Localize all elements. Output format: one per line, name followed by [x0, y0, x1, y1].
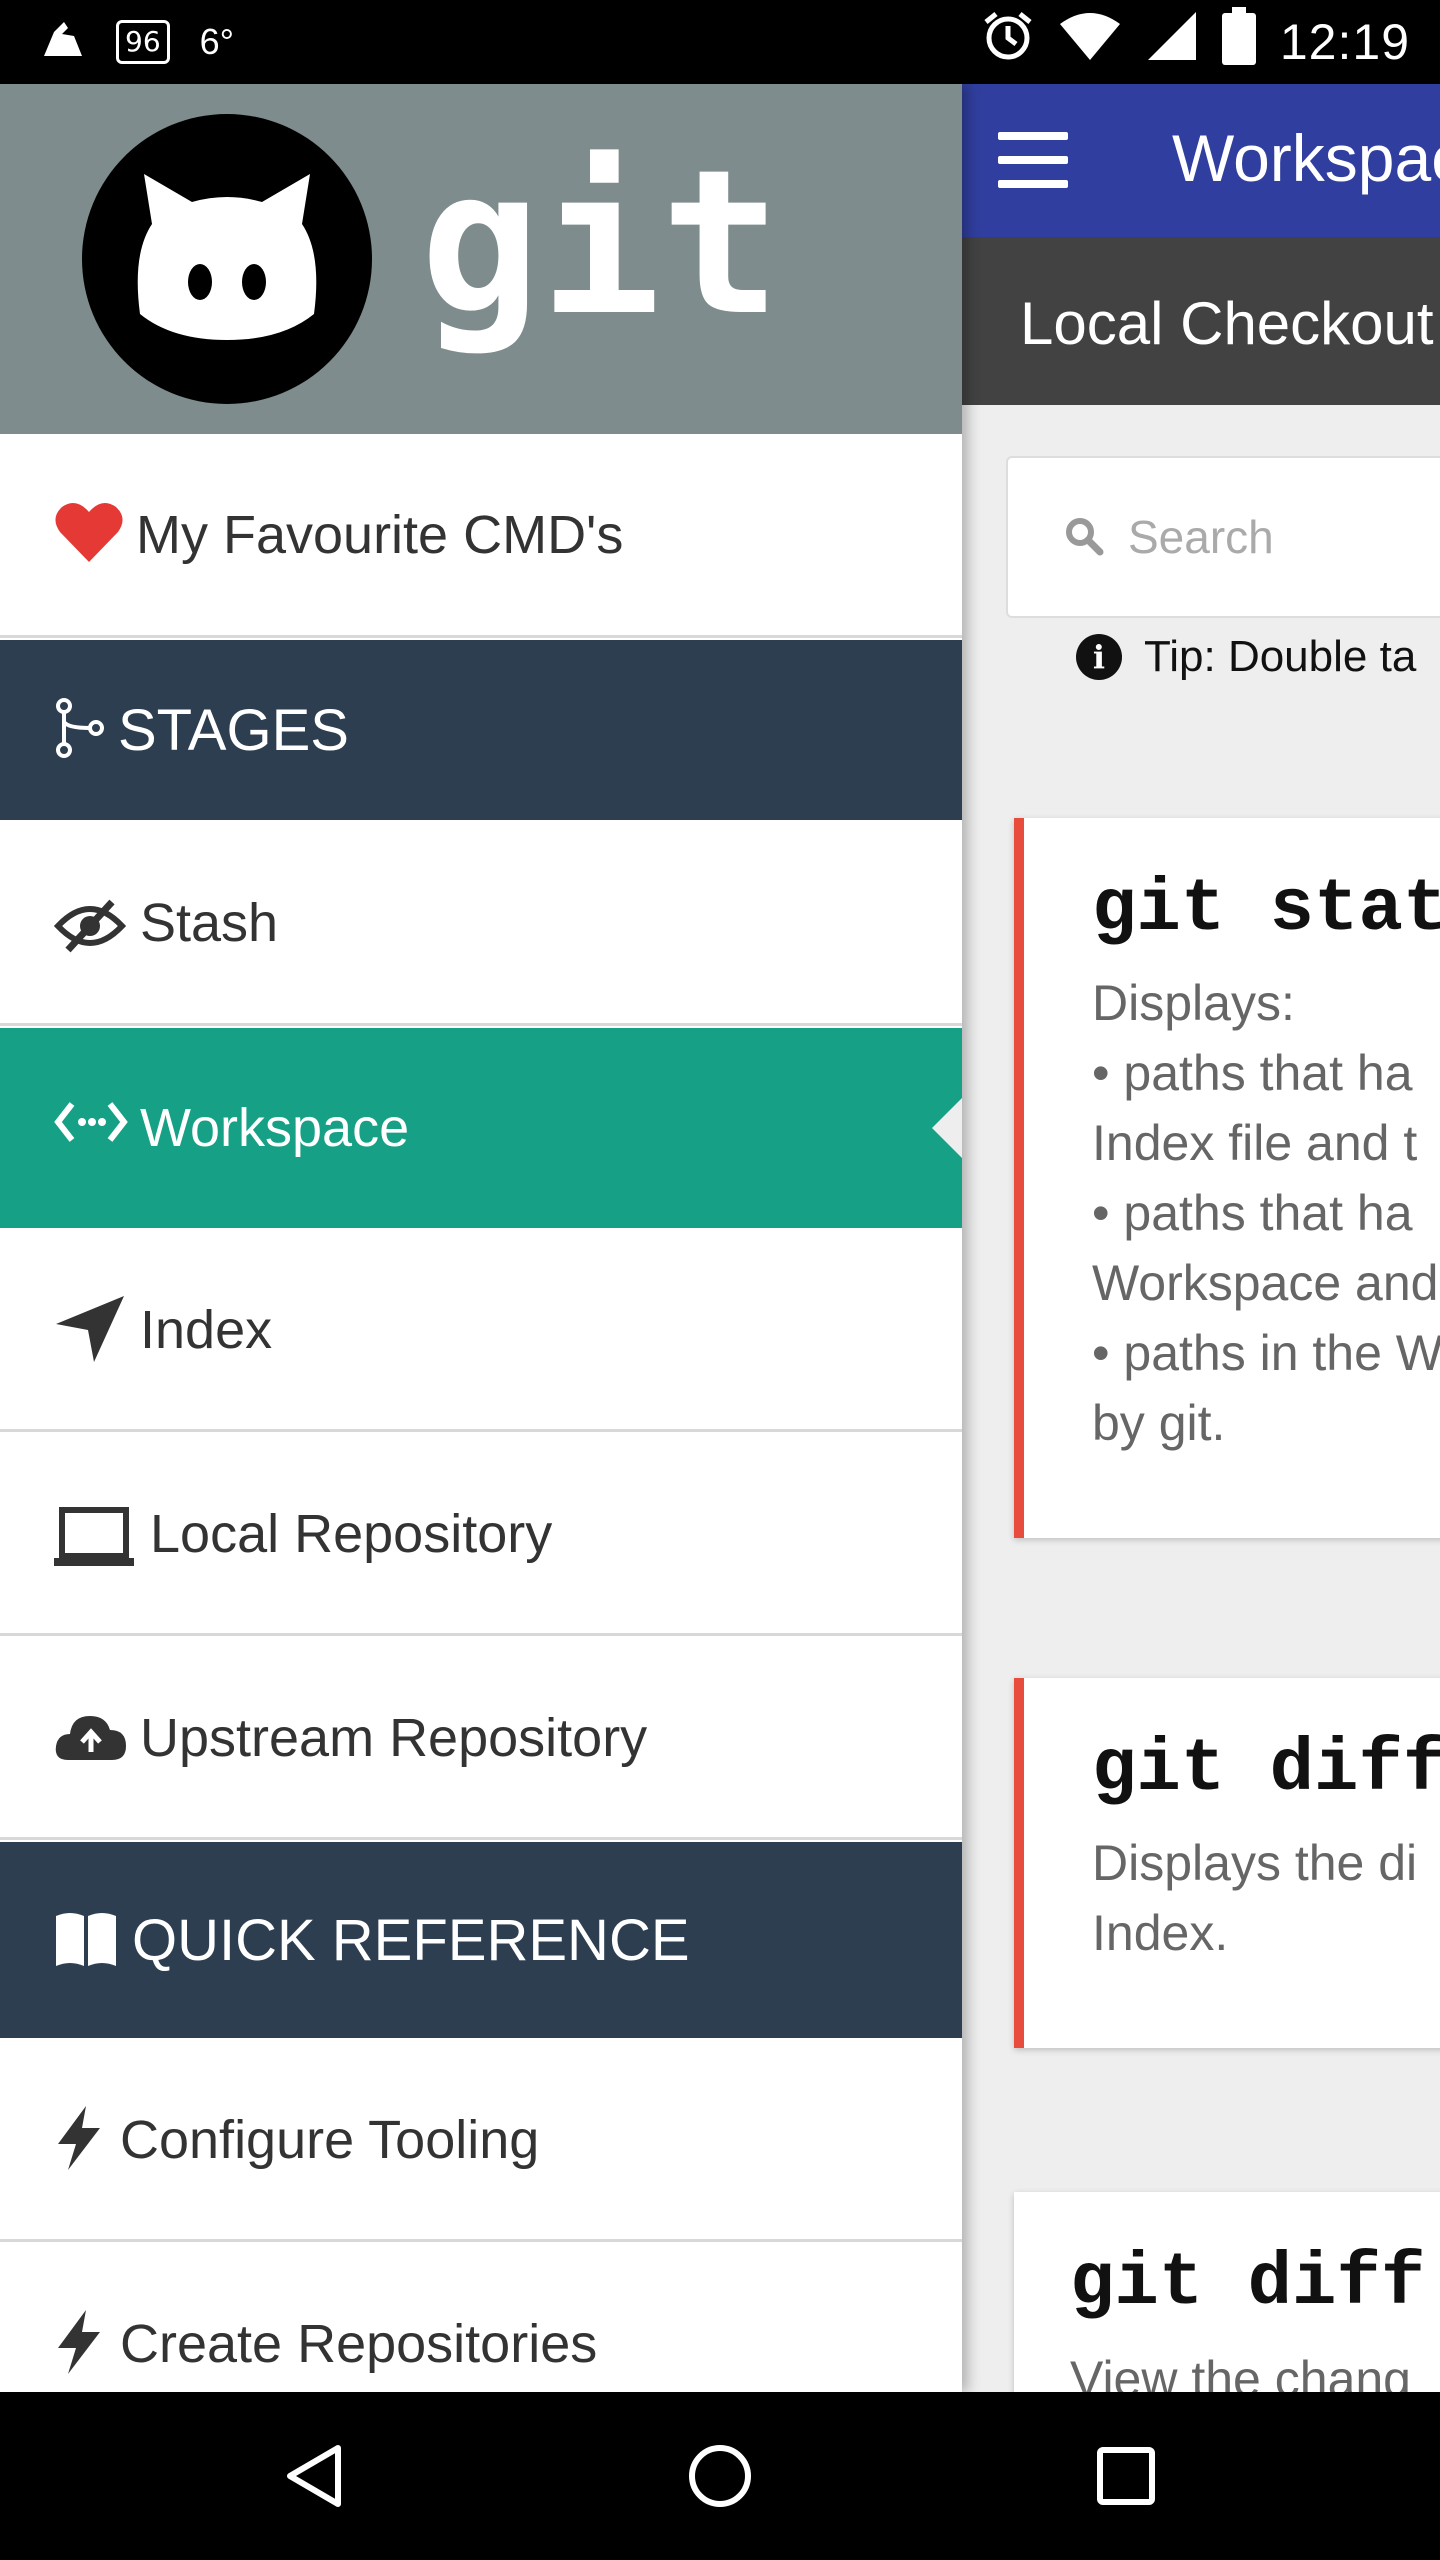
- bolt-icon: [54, 2104, 104, 2177]
- command-card[interactable]: git status Displays: • paths that ha Ind…: [1014, 818, 1440, 1538]
- clock-time: 12:19: [1279, 14, 1410, 70]
- nav-item-label: Configure Tooling: [120, 2109, 540, 2170]
- tip-label: Tip: Double ta: [1144, 632, 1417, 681]
- nav-item-label: Index: [140, 1299, 273, 1360]
- logo-text: git: [420, 127, 782, 360]
- alarm-icon: [982, 10, 1034, 74]
- status-bar: 96 6° 12:19: [0, 0, 1440, 84]
- nav-item-favourites[interactable]: My Favourite CMD's: [0, 434, 962, 638]
- command-title: git status: [1092, 868, 1440, 952]
- heart-icon: [54, 500, 124, 569]
- search-icon: [1064, 516, 1104, 556]
- system-nav-bar: [0, 2392, 1440, 2560]
- octocat-logo-icon: [82, 114, 372, 404]
- command-description: Displays: • paths that ha Index file and…: [1092, 975, 1440, 1451]
- sub-header: Local Checkout: [962, 237, 1440, 405]
- menu-icon[interactable]: [998, 132, 1068, 188]
- command-title: git diff: [1092, 1728, 1440, 1812]
- bolt-icon: [54, 2308, 104, 2381]
- status-badge: 96: [116, 20, 170, 64]
- nav-item-local-repository[interactable]: Local Repository: [0, 1434, 962, 1636]
- signal-icon: [1146, 10, 1198, 74]
- navigation-drawer: git My Favourite CMD's STAGES Stash Work: [0, 84, 962, 2392]
- nav-item-label: Upstream Repository: [140, 1707, 648, 1768]
- nav-item-label: Create Repositories: [120, 2313, 598, 2374]
- drawer-header: git: [0, 84, 962, 434]
- app-screen: Workspace Local Checkout Search i Tip: D…: [0, 84, 1440, 2392]
- temperature-text: 6°: [199, 21, 235, 62]
- app-bar: Workspace: [962, 84, 1440, 237]
- nav-item-stash[interactable]: Stash: [0, 822, 962, 1026]
- eye-slash-icon: [53, 898, 127, 959]
- command-description: View the chang: [1070, 2351, 1411, 2392]
- nav-item-label: My Favourite CMD's: [136, 504, 624, 565]
- battery-icon: [1221, 7, 1256, 77]
- active-indicator: [932, 1098, 962, 1158]
- code-arrows-icon: [54, 1100, 128, 1149]
- home-icon[interactable]: [688, 2444, 752, 2508]
- section-header-quick-reference: QUICK REFERENCE: [0, 1842, 962, 2038]
- nav-item-label: Workspace: [140, 1098, 410, 1158]
- command-description: Displays the di Index.: [1092, 1835, 1418, 1961]
- tip-text: i Tip: Double ta: [1076, 632, 1416, 682]
- nav-item-workspace[interactable]: Workspace: [0, 1028, 962, 1228]
- back-icon[interactable]: [284, 2444, 348, 2508]
- nav-item-index[interactable]: Index: [0, 1230, 962, 1432]
- nav-item-label: Stash: [140, 892, 279, 953]
- page-title: Workspace: [1172, 121, 1440, 195]
- nav-item-create-repositories[interactable]: Create Repositories: [0, 2244, 962, 2392]
- cloud-upload-icon: [54, 1712, 128, 1767]
- sub-header-title: Local Checkout: [1020, 290, 1434, 357]
- nav-item-label: Local Repository: [150, 1503, 553, 1564]
- command-title: git diff: [1070, 2242, 1426, 2326]
- search-input[interactable]: Search: [1006, 456, 1440, 618]
- wifi-icon: [1058, 10, 1122, 74]
- info-icon: i: [1076, 634, 1122, 680]
- section-header-stages: STAGES: [0, 640, 962, 820]
- command-card[interactable]: git diff View the chang: [1014, 2192, 1440, 2392]
- nav-item-configure-tooling[interactable]: Configure Tooling: [0, 2040, 962, 2242]
- command-card[interactable]: git diff Displays the di Index.: [1014, 1678, 1440, 2048]
- git-branch-icon: [54, 698, 106, 763]
- section-label: QUICK REFERENCE: [132, 1907, 690, 1973]
- laptop-icon: [54, 1506, 134, 1573]
- location-arrow-icon: [54, 1294, 126, 1369]
- book-icon: [54, 1910, 118, 1973]
- nav-item-upstream-repository[interactable]: Upstream Repository: [0, 1638, 962, 1840]
- notification-icon: [40, 18, 86, 67]
- section-label: STAGES: [118, 697, 349, 763]
- recents-icon[interactable]: [1094, 2444, 1158, 2508]
- search-placeholder: Search: [1128, 511, 1274, 563]
